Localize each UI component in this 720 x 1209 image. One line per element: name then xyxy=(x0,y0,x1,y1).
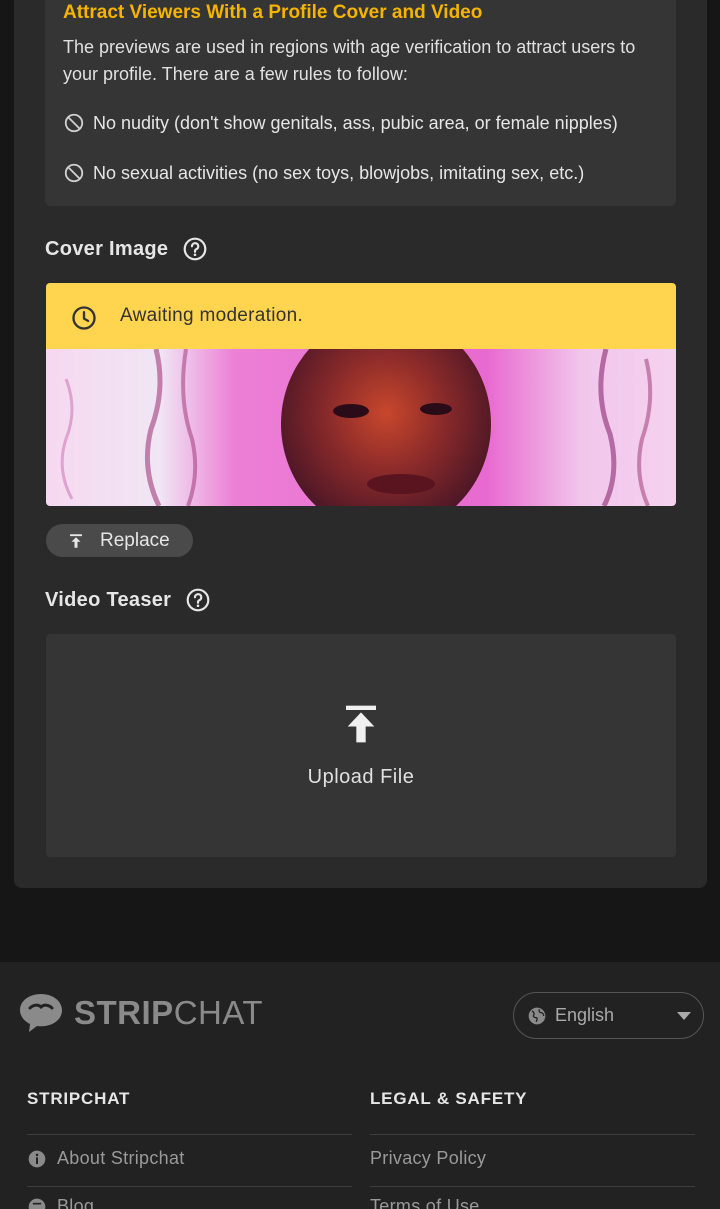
help-icon[interactable] xyxy=(185,587,211,613)
block-icon xyxy=(64,163,84,183)
replace-label: Replace xyxy=(100,529,170,551)
logo-wordmark: STRIPCHAT xyxy=(74,994,264,1031)
divider xyxy=(27,1186,352,1187)
footer-heading-stripchat: STRIPCHAT xyxy=(27,1089,131,1108)
blog-icon xyxy=(28,1198,46,1209)
cover-image-heading: Cover Image xyxy=(45,236,208,262)
divider xyxy=(27,1134,352,1135)
rule-text: No nudity (don't show genitals, ass, pub… xyxy=(93,112,618,133)
footer-link-label: About Stripchat xyxy=(57,1148,185,1168)
moderation-status-banner: Awaiting moderation. xyxy=(46,283,676,349)
footer-link-label: Blog xyxy=(57,1196,95,1209)
stripchat-logo[interactable]: STRIPCHAT xyxy=(18,992,263,1034)
moderation-status-text: Awaiting moderation. xyxy=(120,305,304,326)
rule-item: No nudity (don't show genitals, ass, pub… xyxy=(63,112,618,134)
divider xyxy=(370,1186,695,1187)
language-selector[interactable]: English xyxy=(513,992,704,1039)
info-description: The previews are used in regions with ag… xyxy=(63,37,636,84)
footer-link-privacy[interactable]: Privacy Policy xyxy=(370,1148,486,1169)
rule-text: No sexual activities (no sex toys, blowj… xyxy=(93,162,585,183)
cover-image-preview xyxy=(46,349,676,506)
block-icon xyxy=(64,113,84,133)
footer-link-terms[interactable]: Terms of Use xyxy=(370,1196,480,1209)
cover-photo xyxy=(46,349,676,506)
language-value: English xyxy=(555,1005,615,1025)
upload-file-label: Upload File xyxy=(307,766,415,788)
footer-link-label: Privacy Policy xyxy=(370,1148,487,1168)
cover-image-title: Cover Image xyxy=(45,237,169,260)
video-teaser-heading: Video Teaser xyxy=(45,587,211,613)
footer-heading-legal: LEGAL & SAFETY xyxy=(370,1089,528,1108)
caret-down-icon xyxy=(677,1011,691,1020)
footer-link-label: Terms of Use xyxy=(370,1196,480,1209)
info-icon xyxy=(28,1150,46,1167)
info-title: Attract Viewers With a Profile Cover and… xyxy=(63,2,483,23)
upload-icon xyxy=(70,533,82,548)
divider xyxy=(370,1134,695,1135)
clock-icon xyxy=(72,306,96,330)
video-teaser-title: Video Teaser xyxy=(45,588,172,611)
rule-item: No sexual activities (no sex toys, blowj… xyxy=(63,162,584,184)
video-upload-dropzone[interactable]: Upload File xyxy=(46,634,676,857)
chat-bubble-logo-icon xyxy=(20,994,62,1032)
replace-cover-button[interactable]: Replace xyxy=(46,524,193,557)
footer-link-about[interactable]: About Stripchat xyxy=(27,1148,185,1169)
footer-link-blog[interactable]: Blog xyxy=(27,1196,94,1209)
upload-icon xyxy=(346,705,376,743)
globe-icon xyxy=(528,1007,546,1024)
help-icon[interactable] xyxy=(182,236,208,262)
